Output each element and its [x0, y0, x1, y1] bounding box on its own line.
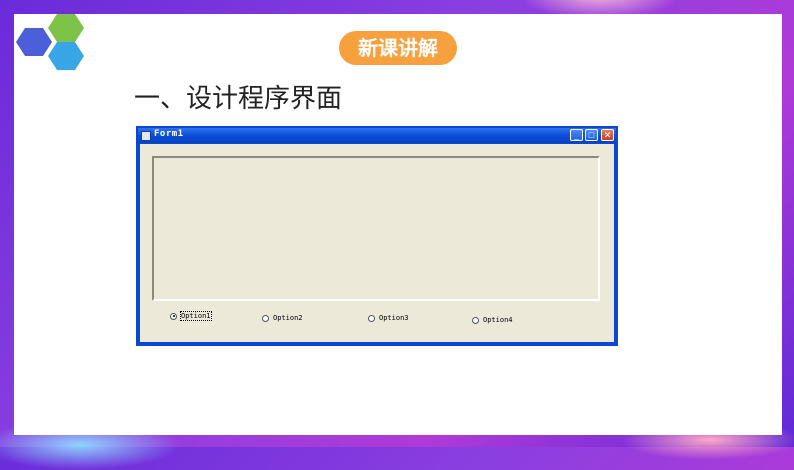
form-window: Form1 _ □ ✕ Option1 Option2 Option3 Opti…: [136, 126, 618, 346]
hexagon-logo: [14, 14, 94, 74]
window-title: Form1: [154, 129, 184, 139]
option-label: Option1: [180, 311, 212, 321]
section-badge: 新课讲解: [339, 31, 457, 65]
minimize-button[interactable]: _: [570, 129, 583, 141]
hexagon-green-icon: [48, 14, 84, 42]
minimize-icon: _: [573, 130, 579, 140]
radio-dot-selected-icon: [170, 312, 177, 320]
hexagon-cyan-icon: [48, 42, 84, 70]
option2-radio[interactable]: Option2: [262, 314, 303, 322]
option3-radio[interactable]: Option3: [368, 314, 409, 322]
app-icon: [141, 131, 151, 141]
hexagon-blue-icon: [16, 28, 52, 56]
maximize-icon: □: [588, 130, 595, 140]
text-box[interactable]: [152, 156, 600, 301]
close-button[interactable]: ✕: [601, 129, 614, 141]
maximize-button[interactable]: □: [585, 129, 598, 141]
radio-dot-icon: [368, 314, 375, 322]
form-client-area: Option1 Option2 Option3 Option4: [140, 144, 614, 342]
option-label: Option3: [379, 314, 409, 322]
close-icon: ✕: [603, 130, 612, 140]
radio-dot-icon: [472, 316, 479, 324]
option-label: Option2: [273, 314, 303, 322]
page-title: 一、设计程序界面: [134, 84, 343, 114]
option1-radio[interactable]: Option1: [170, 311, 212, 321]
option-label: Option4: [483, 316, 513, 324]
option4-radio[interactable]: Option4: [472, 316, 513, 324]
slide-canvas: 新课讲解 一、设计程序界面 Form1 _ □ ✕ Option1 Option…: [14, 14, 782, 435]
window-titlebar[interactable]: Form1 _ □ ✕: [138, 128, 616, 143]
radio-dot-icon: [262, 314, 269, 322]
